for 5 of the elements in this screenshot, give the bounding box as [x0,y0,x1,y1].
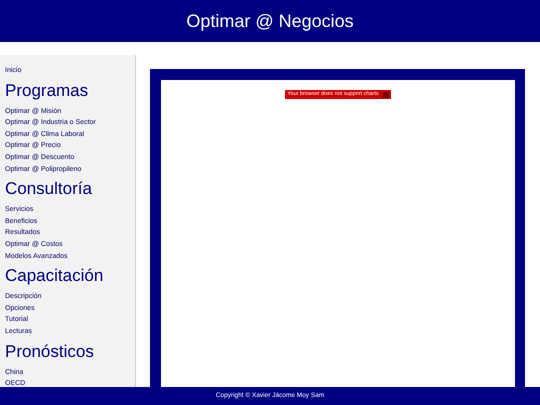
section-heading: Consultoría [5,179,93,200]
section-heading: Capacitación [5,266,104,286]
section-heading: Pronósticos [5,342,95,362]
section-heading: Programas [5,80,90,101]
site-title: Optimar @ Negocios [186,10,354,33]
